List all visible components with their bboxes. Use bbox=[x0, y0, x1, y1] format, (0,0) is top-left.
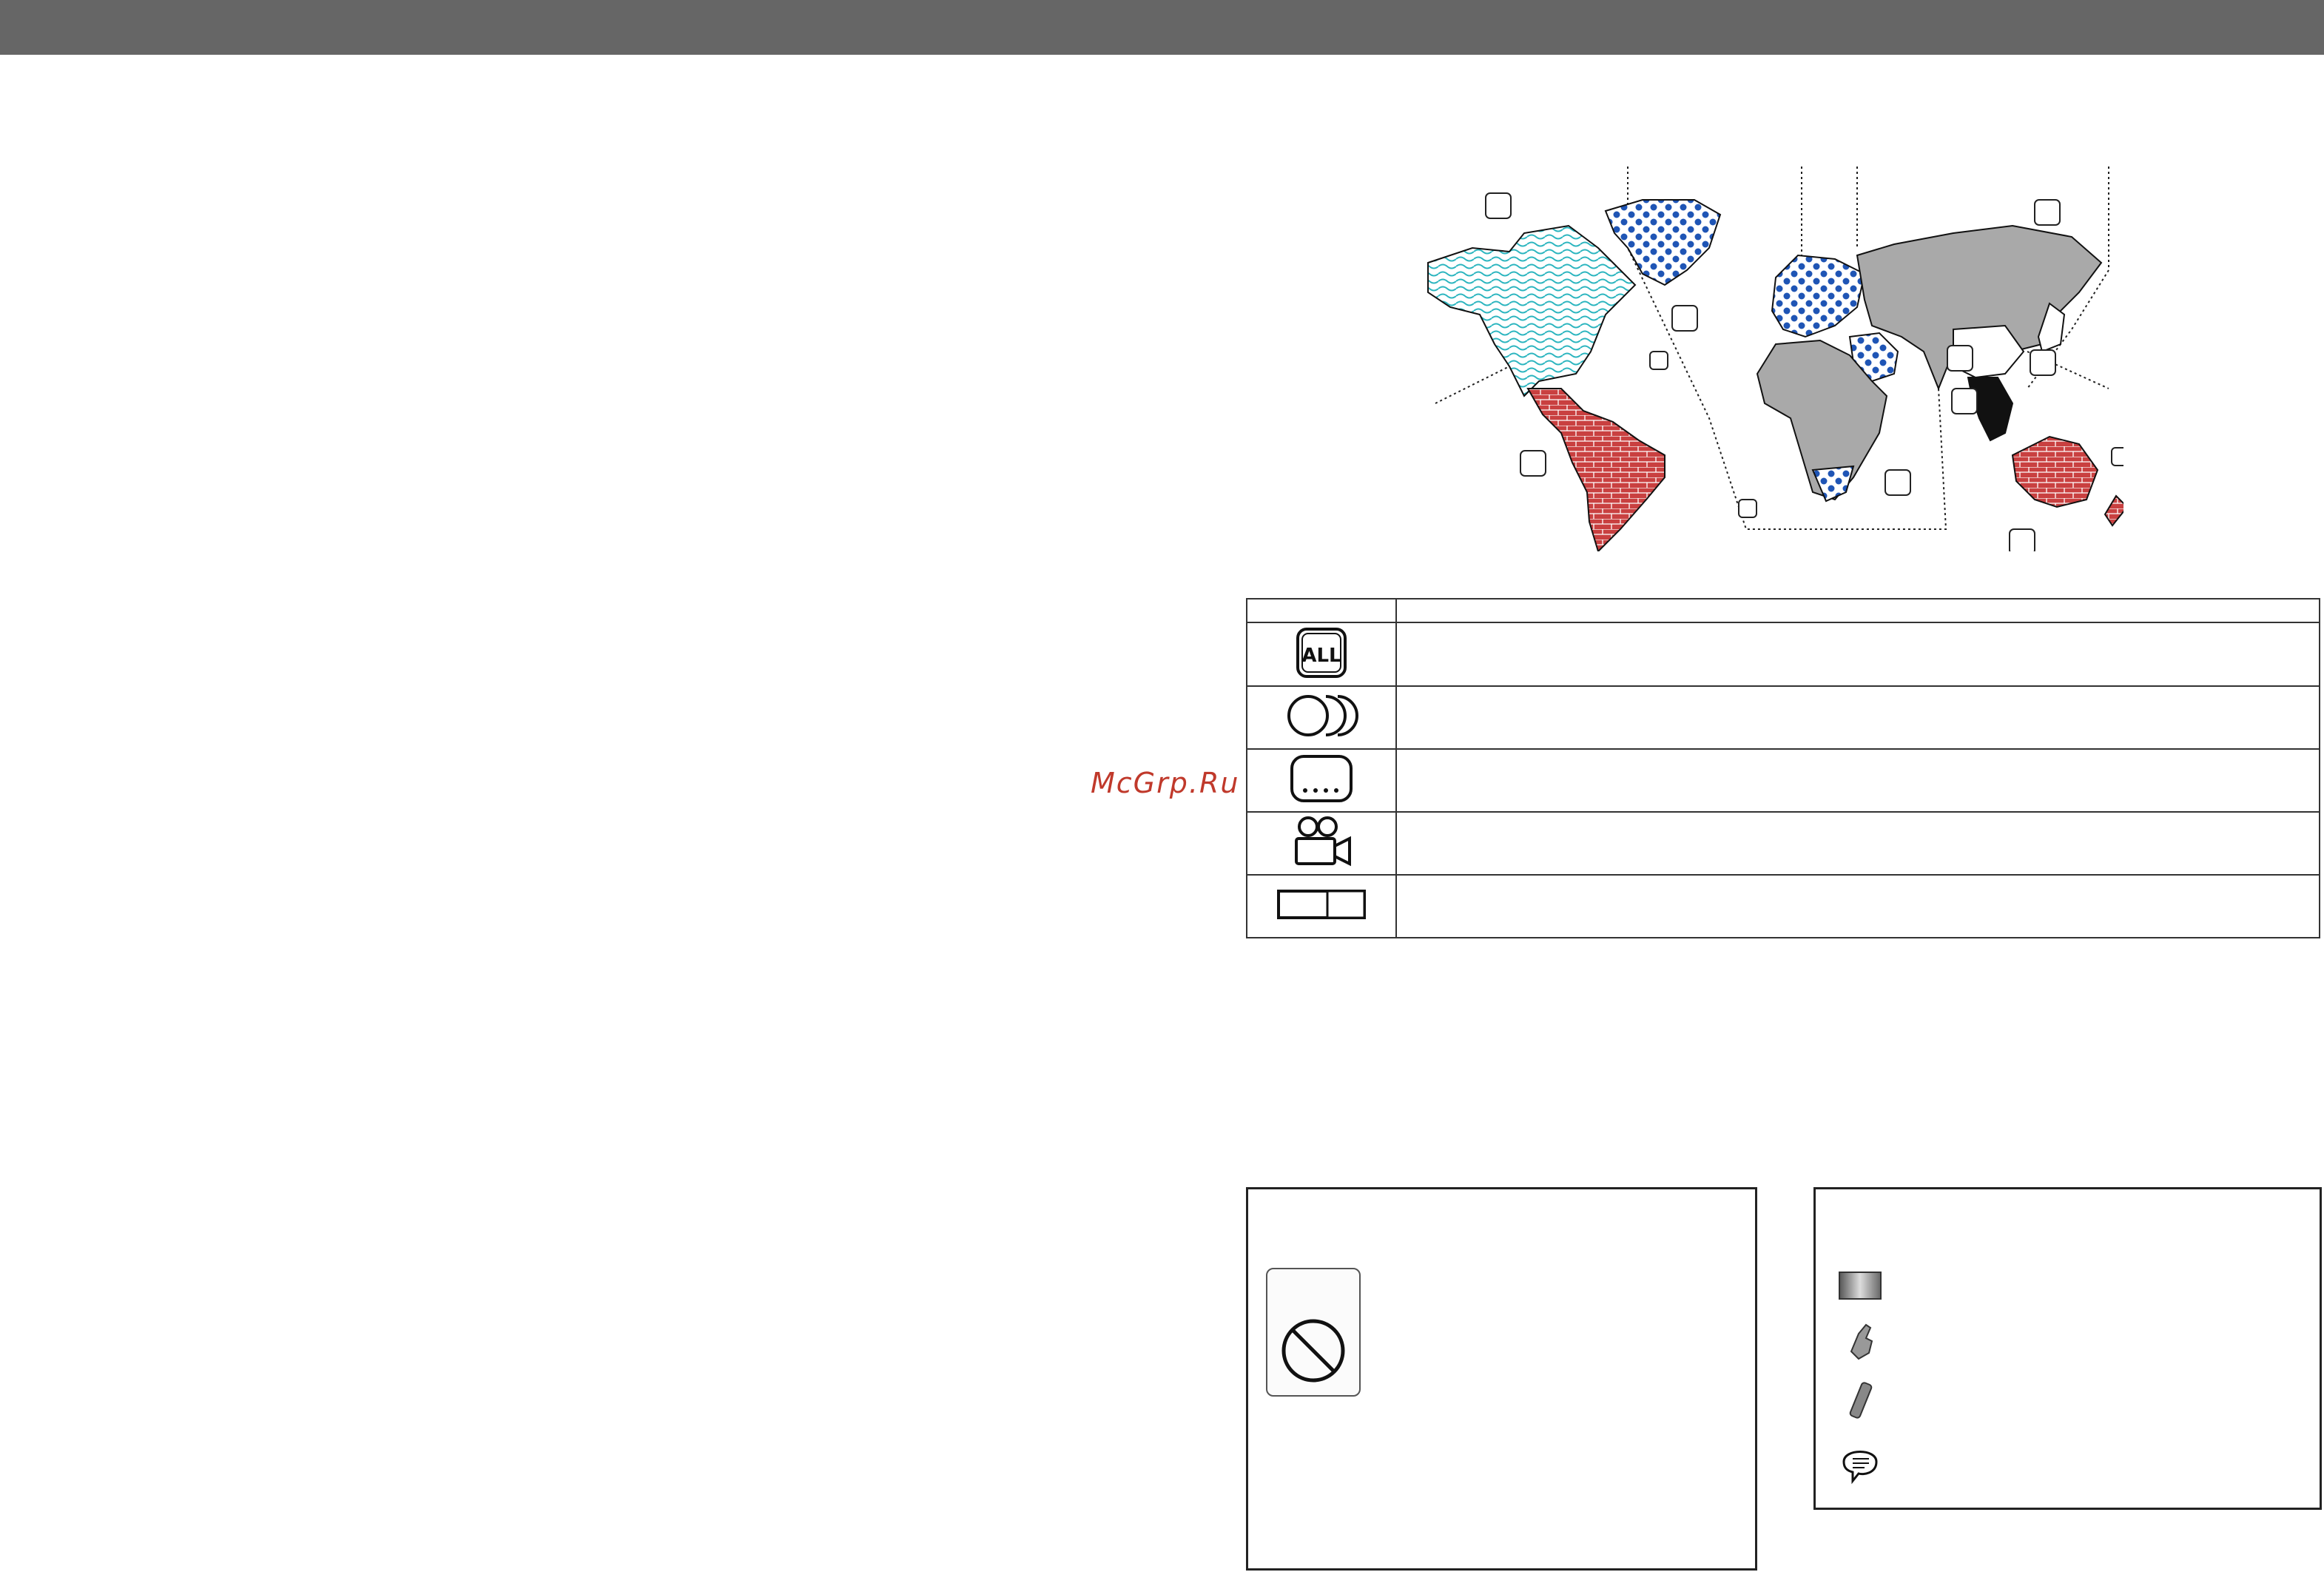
region-badge bbox=[1738, 499, 1757, 518]
table-row: ALL bbox=[1246, 622, 2320, 687]
remote-control-icon bbox=[1849, 1382, 1873, 1419]
finger-touch-icon bbox=[1850, 1323, 1873, 1360]
speech-bubble-icon bbox=[1842, 1451, 1878, 1485]
table-row bbox=[1246, 873, 2320, 939]
region-badge bbox=[1520, 450, 1546, 477]
region-map bbox=[1427, 167, 2123, 551]
disc-icon-table: ALL bbox=[1246, 597, 2320, 939]
multi-angle-icon bbox=[1295, 816, 1351, 867]
table-cell-text bbox=[1395, 748, 2320, 813]
multi-audio-icon bbox=[1287, 695, 1358, 737]
table-row bbox=[1246, 810, 2320, 876]
table-cell-text bbox=[1395, 810, 2320, 876]
region-australia bbox=[2011, 435, 2099, 508]
region-badge bbox=[1951, 388, 1978, 414]
region-south-america bbox=[1526, 388, 1665, 551]
region-badge bbox=[1649, 351, 1668, 370]
region-badge bbox=[1947, 345, 1973, 372]
watermark-text: McGrp.Ru bbox=[1091, 767, 1240, 799]
region-badge bbox=[2034, 199, 2061, 226]
region-badge bbox=[1671, 305, 1698, 332]
table-cell-text bbox=[1395, 685, 2320, 750]
region-europe bbox=[1771, 254, 1866, 338]
table-cell-text bbox=[1395, 622, 2320, 687]
table-row bbox=[1246, 748, 2320, 813]
region-north-america bbox=[1427, 224, 1637, 397]
region-badge bbox=[2009, 528, 2035, 551]
table-header-cell bbox=[1246, 597, 1397, 624]
subtitle-icon bbox=[1290, 755, 1353, 803]
region-badge bbox=[1485, 192, 1512, 219]
region-badge bbox=[1885, 469, 1911, 496]
svg-text:ALL: ALL bbox=[1301, 645, 1341, 667]
prohibited-icon bbox=[1281, 1319, 1345, 1383]
aspect-ratio-icon bbox=[1277, 890, 1366, 920]
region-badge bbox=[2030, 349, 2056, 376]
region-new-zealand bbox=[2104, 494, 2123, 527]
header-bar bbox=[0, 0, 2324, 55]
table-cell-text bbox=[1395, 873, 2320, 939]
all-regions-icon: ALL bbox=[1296, 627, 1347, 678]
table-header-cell bbox=[1395, 597, 2320, 624]
table-header-row bbox=[1246, 597, 2320, 624]
note-box-left bbox=[1246, 1187, 1757, 1571]
region-badge bbox=[2111, 447, 2123, 466]
prohibited-tile bbox=[1266, 1268, 1361, 1397]
table-row bbox=[1246, 685, 2320, 750]
region-south-africa bbox=[1811, 465, 1855, 503]
note-box-right bbox=[1813, 1187, 2322, 1510]
monitor-icon bbox=[1839, 1272, 1882, 1300]
